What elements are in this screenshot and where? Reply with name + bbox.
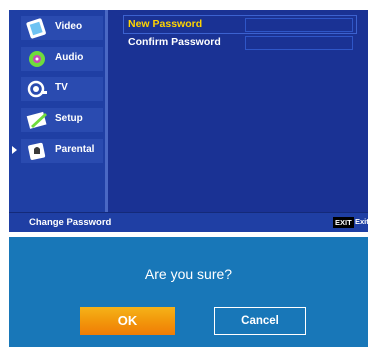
- video-icon: [26, 18, 46, 39]
- menu-item-audio[interactable]: Audio: [9, 47, 105, 71]
- cancel-button[interactable]: Cancel: [214, 307, 306, 335]
- menu-item-label: Video: [55, 21, 83, 32]
- menu-item-parental[interactable]: Parental: [9, 139, 105, 163]
- confirm-password-field[interactable]: [245, 36, 353, 50]
- tv-icon: [27, 80, 47, 98]
- new-password-label: New Password: [128, 18, 203, 30]
- sidebar-menu: Video Audio TV Setup Parental: [9, 10, 105, 212]
- setup-icon: [26, 111, 47, 129]
- exit-key-badge[interactable]: EXIT: [333, 217, 354, 228]
- confirm-password-label: Confirm Password: [128, 36, 221, 48]
- menu-item-tv[interactable]: TV: [9, 77, 105, 101]
- status-bar: Change Password EXIT Exit: [9, 212, 368, 232]
- confirm-dialog: Are you sure? OK Cancel: [9, 237, 368, 347]
- parental-icon: [28, 142, 46, 160]
- new-password-field[interactable]: [245, 18, 353, 32]
- menu-item-label: Audio: [55, 52, 84, 63]
- menu-item-setup[interactable]: Setup: [9, 108, 105, 132]
- menu-item-label: Parental: [55, 144, 95, 155]
- audio-icon: [29, 51, 45, 67]
- exit-label: Exit: [355, 217, 368, 226]
- ok-button[interactable]: OK: [80, 307, 175, 335]
- dialog-message: Are you sure?: [144, 266, 233, 282]
- status-text: Change Password: [29, 217, 112, 228]
- menu-item-label: TV: [55, 82, 68, 93]
- menu-item-video[interactable]: Video: [9, 16, 105, 40]
- settings-panel: Video Audio TV Setup Parental New Passwo…: [9, 10, 368, 232]
- menu-item-label: Setup: [55, 113, 83, 124]
- password-form: New Password Confirm Password: [108, 10, 368, 212]
- selection-arrow-icon: [12, 146, 17, 154]
